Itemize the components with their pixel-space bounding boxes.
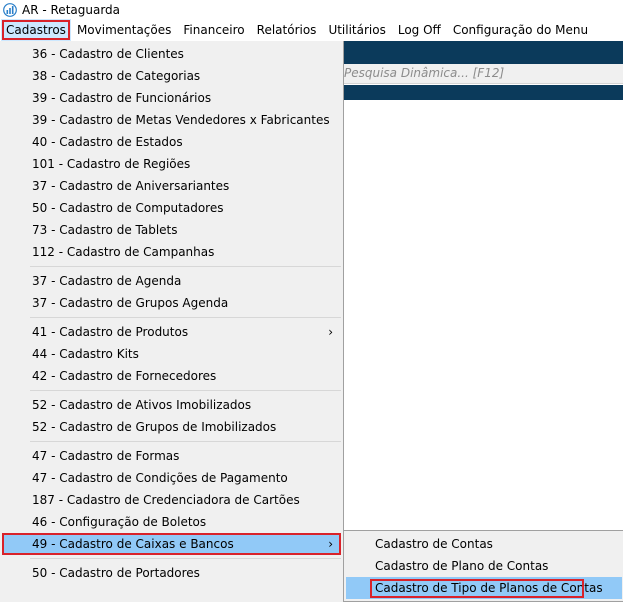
- menu-item-label: 47 - Cadastro de Condições de Pagamento: [32, 471, 288, 485]
- submenu-arrow-icon: ›: [328, 325, 333, 339]
- menu-item-cadastro-estados[interactable]: 40 - Cadastro de Estados: [2, 131, 341, 153]
- menu-log-off[interactable]: Log Off: [392, 19, 447, 41]
- menu-item-label: 101 - Cadastro de Regiões: [32, 157, 191, 171]
- menu-utilitarios[interactable]: Utilitários: [322, 19, 391, 41]
- menu-item-label: 46 - Configuração de Boletos: [32, 515, 207, 529]
- menu-item-label: 52 - Cadastro de Ativos Imobilizados: [32, 398, 252, 412]
- menu-item-cadastro-aniversariantes[interactable]: 37 - Cadastro de Aniversariantes: [2, 175, 341, 197]
- submenu-item-label: Cadastro de Contas: [375, 537, 493, 551]
- menu-item-cadastro-funcionarios[interactable]: 39 - Cadastro de Funcionários: [2, 87, 341, 109]
- menu-item-cadastro-computadores[interactable]: 50 - Cadastro de Computadores: [2, 197, 341, 219]
- search-input[interactable]: Pesquisa Dinâmica... [F12]: [344, 66, 504, 80]
- menu-separator: [30, 317, 341, 318]
- submenu-item-label: Cadastro de Plano de Contas: [375, 559, 549, 573]
- menu-item-label: 112 - Cadastro de Campanhas: [32, 245, 215, 259]
- menu-item-label: 37 - Cadastro de Aniversariantes: [32, 179, 230, 193]
- highlight-callout-box: [370, 579, 584, 598]
- menu-item-cadastro-caixas-bancos[interactable]: 49 - Cadastro de Caixas e Bancos ›: [2, 533, 341, 555]
- title-bar: AR - Retaguarda: [0, 0, 623, 19]
- cadastros-dropdown-menu: 36 - Cadastro de Clientes 38 - Cadastro …: [0, 41, 344, 602]
- menu-item-label: 36 - Cadastro de Clientes: [32, 47, 184, 61]
- menu-item-cadastro-kits[interactable]: 44 - Cadastro Kits: [2, 343, 341, 365]
- menu-bar: Cadastros Movimentações Financeiro Relat…: [0, 19, 623, 41]
- caixas-bancos-submenu: Cadastro de Contas Cadastro de Plano de …: [343, 530, 623, 602]
- menu-item-label: 47 - Cadastro de Formas: [32, 449, 180, 463]
- search-bar[interactable]: Pesquisa Dinâmica... [F12]: [344, 64, 623, 84]
- menu-item-cadastro-produtos[interactable]: 41 - Cadastro de Produtos ›: [2, 321, 341, 343]
- menu-item-cadastro-clientes[interactable]: 36 - Cadastro de Clientes: [2, 43, 341, 65]
- menu-item-cadastro-condicoes-pagamento[interactable]: 47 - Cadastro de Condições de Pagamento: [2, 467, 341, 489]
- menu-separator: [30, 441, 341, 442]
- menu-item-cadastro-grupos-agenda[interactable]: 37 - Cadastro de Grupos Agenda: [2, 292, 341, 314]
- menu-item-label: 49 - Cadastro de Caixas e Bancos: [32, 537, 234, 551]
- menu-item-label: 37 - Cadastro de Grupos Agenda: [32, 296, 229, 310]
- menu-item-cadastro-portadores[interactable]: 50 - Cadastro de Portadores: [2, 562, 341, 584]
- menu-item-label: 39 - Cadastro de Funcionários: [32, 91, 212, 105]
- menu-item-cadastro-credenciadora-cartoes[interactable]: 187 - Cadastro de Credenciadora de Cartõ…: [2, 489, 341, 511]
- menu-item-label: 40 - Cadastro de Estados: [32, 135, 183, 149]
- menu-item-cadastro-grupos-imobilizados[interactable]: 52 - Cadastro de Grupos de Imobilizados: [2, 416, 341, 438]
- menu-item-label: 187 - Cadastro de Credenciadora de Cartõ…: [32, 493, 300, 507]
- menu-financeiro[interactable]: Financeiro: [177, 19, 250, 41]
- menu-item-label: 41 - Cadastro de Produtos: [32, 325, 189, 339]
- main-content-area: [344, 100, 623, 530]
- menu-item-label: 44 - Cadastro Kits: [32, 347, 139, 361]
- menu-item-cadastro-ativos-imobilizados[interactable]: 52 - Cadastro de Ativos Imobilizados: [2, 394, 341, 416]
- menu-item-cadastro-regioes[interactable]: 101 - Cadastro de Regiões: [2, 153, 341, 175]
- menu-separator: [30, 390, 341, 391]
- menu-item-label: 50 - Cadastro de Computadores: [32, 201, 224, 215]
- menu-item-cadastro-campanhas[interactable]: 112 - Cadastro de Campanhas: [2, 241, 341, 263]
- menu-item-cadastro-formas[interactable]: 47 - Cadastro de Formas: [2, 445, 341, 467]
- menu-item-cadastro-tablets[interactable]: 73 - Cadastro de Tablets: [2, 219, 341, 241]
- window-title: AR - Retaguarda: [22, 2, 121, 17]
- menu-movimentacoes[interactable]: Movimentações: [71, 19, 177, 41]
- menu-item-label: 42 - Cadastro de Fornecedores: [32, 369, 217, 383]
- submenu-item-cadastro-contas[interactable]: Cadastro de Contas: [346, 533, 622, 555]
- menu-item-label: 38 - Cadastro de Categorias: [32, 69, 201, 83]
- submenu-item-cadastro-plano-contas[interactable]: Cadastro de Plano de Contas: [346, 555, 622, 577]
- menu-item-cadastro-fornecedores[interactable]: 42 - Cadastro de Fornecedores: [2, 365, 341, 387]
- menu-item-label: 52 - Cadastro de Grupos de Imobilizados: [32, 420, 277, 434]
- menu-item-configuracao-boletos[interactable]: 46 - Configuração de Boletos: [2, 511, 341, 533]
- header-band-secondary: [344, 85, 623, 100]
- menu-separator: [30, 558, 341, 559]
- header-band: [344, 41, 623, 64]
- app-logo-icon: [3, 2, 17, 17]
- menu-configuracao-do-menu[interactable]: Configuração do Menu: [447, 19, 594, 41]
- menu-item-cadastro-categorias[interactable]: 38 - Cadastro de Categorias: [2, 65, 341, 87]
- submenu-item-cadastro-tipo-planos-contas[interactable]: Cadastro de Tipo de Planos de Contas: [346, 577, 622, 599]
- menu-item-cadastro-agenda[interactable]: 37 - Cadastro de Agenda: [2, 270, 341, 292]
- menu-item-cadastro-metas[interactable]: 39 - Cadastro de Metas Vendedores x Fabr…: [2, 109, 341, 131]
- menu-item-label: 37 - Cadastro de Agenda: [32, 274, 182, 288]
- menu-separator: [30, 266, 341, 267]
- menu-item-label: 73 - Cadastro de Tablets: [32, 223, 178, 237]
- menu-item-label: 50 - Cadastro de Portadores: [32, 566, 200, 580]
- menu-cadastros[interactable]: Cadastros: [1, 19, 71, 41]
- menu-relatorios[interactable]: Relatórios: [251, 19, 323, 41]
- submenu-arrow-icon: ›: [328, 537, 333, 551]
- menu-item-label: 39 - Cadastro de Metas Vendedores x Fabr…: [32, 113, 330, 127]
